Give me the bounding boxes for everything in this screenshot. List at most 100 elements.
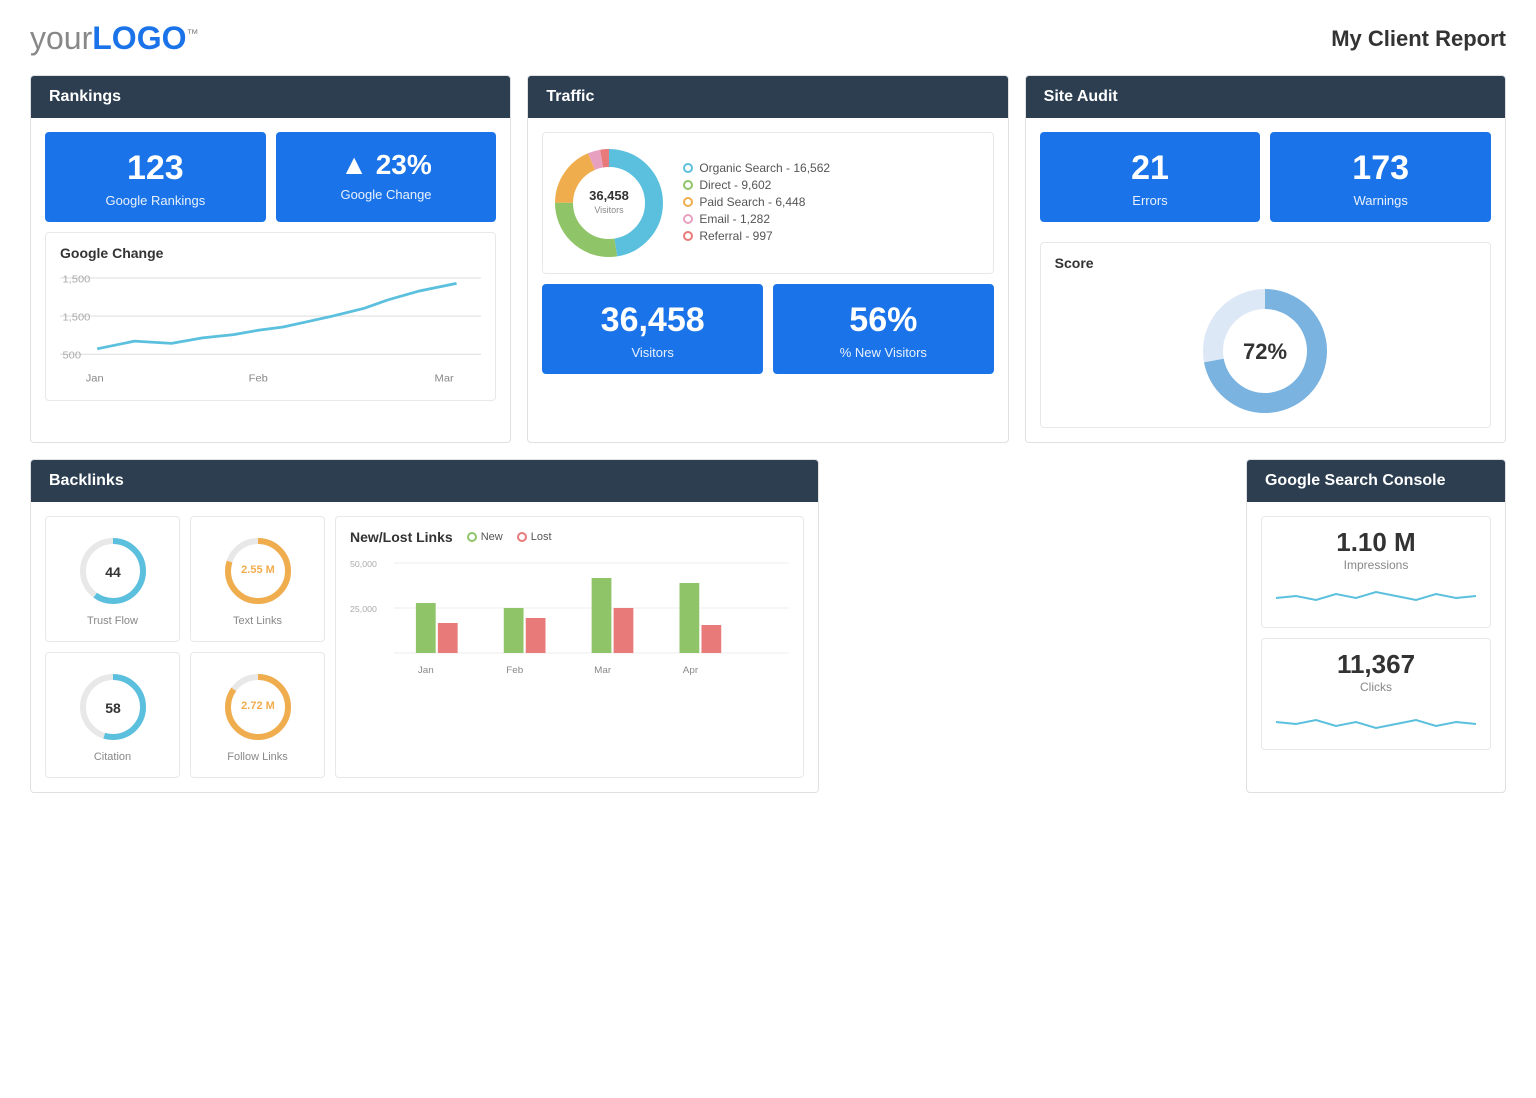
rankings-body: 123 Google Rankings ▲ 23% Google Change … (31, 118, 510, 415)
traffic-body: 36,458 Visitors Organic Search - 16,562 … (528, 118, 1007, 388)
text-links-label: Text Links (233, 615, 282, 627)
bar-chart-svg: 50,000 25,000 (350, 553, 789, 683)
bar-legend: New Lost (467, 531, 552, 543)
backlinks-section: Backlinks 44 Trust Flow (30, 459, 819, 793)
direct-dot (683, 180, 693, 190)
legend-item-referral: Referral - 997 (683, 229, 986, 243)
new-visitors-tile: 56% % New Visitors (773, 284, 994, 374)
svg-text:Feb: Feb (249, 374, 268, 385)
follow-links-svg: 2.72 M (218, 667, 298, 747)
impressions-label: Impressions (1276, 558, 1476, 572)
follow-links-label: Follow Links (227, 751, 288, 763)
audit-stat-row: 21 Errors 173 Warnings (1040, 132, 1491, 222)
backlinks-ring-grid: 44 Trust Flow 2.55 M Text Links (45, 516, 325, 778)
citation-label: Citation (94, 751, 131, 763)
bar-jan-new (416, 603, 436, 653)
trust-flow-label: Trust Flow (87, 615, 138, 627)
trust-flow-svg: 44 (73, 531, 153, 611)
traffic-section: Traffic (527, 75, 1008, 443)
traffic-donut-svg: 36,458 Visitors (549, 143, 669, 263)
gsc-body: 1.10 M Impressions 11,367 Clicks (1247, 502, 1505, 774)
text-links-svg: 2.55 M (218, 531, 298, 611)
backlinks-body: 44 Trust Flow 2.55 M Text Links (31, 502, 818, 792)
email-label: Email - 1,282 (699, 212, 770, 226)
logo-tm: ™ (186, 26, 198, 40)
google-change-chart-box: Google Change 1,500 1,500 500 Jan Feb Ma… (45, 232, 496, 401)
logo-text-bold: LOGO (92, 20, 186, 56)
visitors-tile: 36,458 Visitors (542, 284, 763, 374)
bar-mar-lost (614, 608, 634, 653)
site-audit-body: 21 Errors 173 Warnings Score (1026, 118, 1505, 442)
svg-text:Mar: Mar (435, 374, 455, 385)
warnings-label: Warnings (1284, 193, 1477, 208)
follow-links-tile: 2.72 M Follow Links (190, 652, 325, 778)
email-dot (683, 214, 693, 224)
visitors-value: 36,458 (556, 302, 749, 339)
errors-value: 21 (1054, 150, 1247, 187)
logo-text-your: your (30, 20, 92, 56)
warnings-tile: 173 Warnings (1270, 132, 1491, 222)
logo: yourLOGO™ (30, 20, 198, 57)
bar-apr-lost (701, 625, 721, 653)
svg-text:Visitors: Visitors (595, 205, 625, 215)
gsc-section: Google Search Console 1.10 M Impressions… (1246, 459, 1506, 793)
bar-chart-title: New/Lost Links (350, 529, 453, 545)
traffic-donut-row: 36,458 Visitors Organic Search - 16,562 … (542, 132, 993, 274)
text-links-tile: 2.55 M Text Links (190, 516, 325, 642)
backlinks-inner: 44 Trust Flow 2.55 M Text Links (45, 516, 804, 778)
legend-item-organic: Organic Search - 16,562 (683, 161, 986, 175)
visitors-label: Visitors (556, 345, 749, 360)
svg-text:1,500: 1,500 (62, 312, 90, 323)
impressions-value: 1.10 M (1276, 527, 1476, 558)
svg-text:72%: 72% (1243, 339, 1287, 364)
report-title: My Client Report (1331, 26, 1506, 52)
impressions-stat: 1.10 M Impressions (1261, 516, 1491, 628)
svg-text:500: 500 (62, 351, 81, 362)
paid-label: Paid Search - 6,448 (699, 195, 805, 209)
site-audit-header: Site Audit (1026, 76, 1505, 118)
svg-text:Feb: Feb (506, 666, 523, 676)
chart-title: Google Change (60, 245, 481, 261)
rankings-stat-row: 123 Google Rankings ▲ 23% Google Change (45, 132, 496, 222)
traffic-stat-row: 36,458 Visitors 56% % New Visitors (542, 284, 993, 374)
referral-dot (683, 231, 693, 241)
svg-text:2.55 M: 2.55 M (241, 564, 275, 576)
rankings-header: Rankings (31, 76, 510, 118)
new-dot (467, 532, 477, 542)
svg-text:58: 58 (105, 700, 121, 716)
citation-svg: 58 (73, 667, 153, 747)
backlinks-header: Backlinks (31, 460, 818, 502)
new-lost-links-chart: New/Lost Links New Lost (335, 516, 804, 778)
organic-label: Organic Search - 16,562 (699, 161, 830, 175)
errors-tile: 21 Errors (1040, 132, 1261, 222)
site-audit-section: Site Audit 21 Errors 173 Warnings Score (1025, 75, 1506, 443)
bottom-grid: Backlinks 44 Trust Flow (30, 459, 1506, 793)
top-grid: Rankings 123 Google Rankings ▲ 23% Googl… (30, 75, 1506, 443)
header: yourLOGO™ My Client Report (30, 20, 1506, 57)
new-visitors-value: 56% (787, 302, 980, 339)
citation-tile: 58 Citation (45, 652, 180, 778)
google-rankings-tile: 123 Google Rankings (45, 132, 266, 222)
clicks-value: 11,367 (1276, 649, 1476, 680)
svg-text:Mar: Mar (594, 666, 611, 676)
referral-label: Referral - 997 (699, 229, 772, 243)
bar-apr-new (679, 583, 699, 653)
svg-text:Jan: Jan (86, 374, 104, 385)
paid-dot (683, 197, 693, 207)
rankings-section: Rankings 123 Google Rankings ▲ 23% Googl… (30, 75, 511, 443)
legend-item-paid: Paid Search - 6,448 (683, 195, 986, 209)
svg-text:Apr: Apr (683, 666, 698, 676)
svg-text:Jan: Jan (418, 666, 434, 676)
score-box: Score 72% (1040, 242, 1491, 428)
score-title: Score (1055, 255, 1476, 271)
legend-item-email: Email - 1,282 (683, 212, 986, 226)
new-visitors-label: % New Visitors (787, 345, 980, 360)
google-change-label: Google Change (290, 187, 483, 202)
warnings-value: 173 (1284, 150, 1477, 187)
clicks-label: Clicks (1276, 680, 1476, 694)
svg-text:44: 44 (105, 564, 121, 580)
organic-dot (683, 163, 693, 173)
new-label: New (481, 531, 503, 543)
svg-text:1,500: 1,500 (62, 274, 90, 285)
trust-flow-tile: 44 Trust Flow (45, 516, 180, 642)
